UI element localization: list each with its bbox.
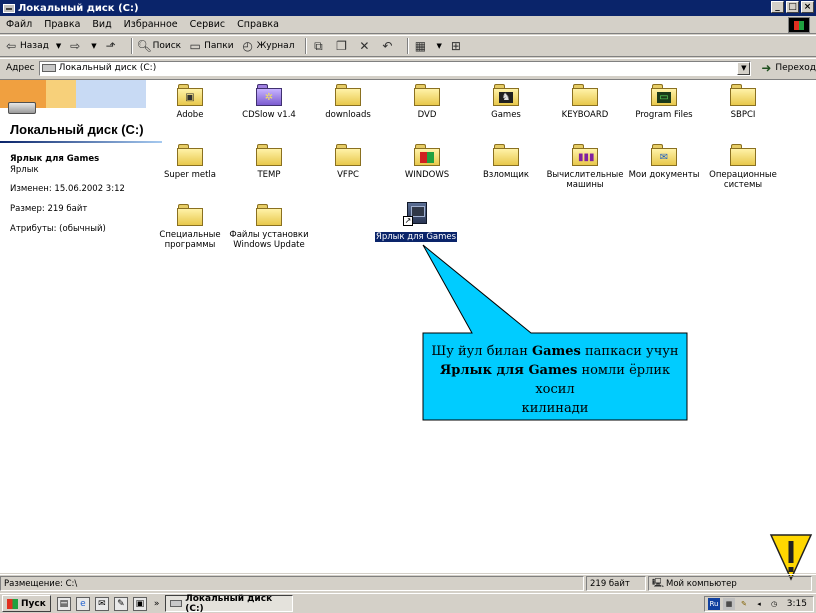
clock[interactable]: 3:15: [787, 599, 807, 609]
language-indicator[interactable]: Ru: [708, 598, 720, 610]
views-icon: ▦: [414, 39, 427, 53]
back-dropdown-icon[interactable]: ▼: [56, 42, 61, 50]
move-to-button[interactable]: ⧉: [311, 39, 327, 53]
taskbar: Пуск ▤ e ✉ ✎ ▣ » Локальный диск (C:) Ru …: [0, 593, 816, 613]
menu-tools[interactable]: Сервис: [190, 19, 226, 30]
notepad-icon[interactable]: ✎: [113, 596, 128, 611]
explorer-icon[interactable]: ▣: [132, 596, 147, 611]
address-label: Адрес: [6, 63, 35, 73]
start-label: Пуск: [21, 598, 46, 609]
toolbar: ⇦ Назад ▼ ⇨ ▼ ⬏ 🔍︎ Поиск ▭ Папки ◴ Журна…: [0, 35, 816, 57]
my-computer-icon: 🖳︎: [652, 578, 665, 589]
window-title: Локальный диск (C:): [18, 2, 139, 14]
taskbar-window-label: Локальный диск (C:): [185, 593, 273, 613]
history-button[interactable]: ◴ Журнал: [241, 39, 295, 53]
folders-icon: ▭: [189, 39, 201, 53]
move-to-icon: ⧉: [314, 39, 323, 53]
drive-icon: [170, 600, 183, 607]
delete-icon: ✕: [359, 39, 370, 53]
go-label: Переход: [775, 63, 816, 73]
taskbar-window-button[interactable]: Локальный диск (C:): [165, 593, 294, 613]
tray-clock-icon[interactable]: ◷: [768, 598, 780, 610]
system-tray: Ru ▦ ✎ ◂ ◷ 3:15: [704, 596, 814, 612]
views-dropdown-icon[interactable]: ▼: [436, 42, 441, 50]
folders-label: Папки: [204, 41, 234, 51]
address-bar: Адрес Локальный диск (C:) ▼ ➜ Переход: [0, 58, 816, 77]
menu-help[interactable]: Справка: [237, 19, 279, 30]
menu-view[interactable]: Вид: [92, 19, 111, 30]
status-size: 219 байт: [586, 576, 646, 591]
tray-app-icon[interactable]: ▦: [723, 598, 735, 610]
window-controls: _ □ ×: [771, 1, 814, 13]
status-bar: Размещение: C:\ 219 байт 🖳︎ Мой компьюте…: [0, 574, 816, 592]
address-value: Локальный диск (C:): [58, 63, 157, 73]
toolbar-separator: [130, 38, 133, 54]
callout-text: Шу йул билан Games папкаси учун Ярлык дл…: [424, 342, 686, 418]
toolbar-separator: [407, 38, 410, 54]
internet-explorer-icon[interactable]: e: [75, 596, 90, 611]
drive-icon: [3, 3, 15, 13]
status-location: 🖳︎ Мой компьютер: [648, 576, 812, 591]
quick-launch: ▤ e ✉ ✎ ▣ »: [56, 596, 160, 611]
undo-button[interactable]: ↶: [380, 39, 396, 53]
delete-button[interactable]: ✕: [357, 39, 373, 53]
menu-favorites[interactable]: Избранное: [124, 19, 178, 30]
search-icon: 🔍︎: [136, 39, 152, 53]
back-button[interactable]: ⇦ Назад: [4, 39, 49, 53]
status-placement: Размещение: C:\: [0, 576, 584, 591]
search-label: Поиск: [152, 41, 182, 51]
history-icon: ◴: [242, 39, 253, 53]
folders-button[interactable]: ▭ Папки: [188, 39, 233, 53]
map-drive-icon: ⊞: [450, 39, 461, 53]
title-bar: Локальный диск (C:) _ □ ×: [0, 0, 816, 16]
forward-arrow-icon: ⇨: [70, 39, 81, 53]
search-button[interactable]: 🔍︎ Поиск: [137, 39, 182, 53]
maximize-button[interactable]: □: [786, 1, 799, 13]
callout-line-1: Шу йул билан Games папкаси учун: [431, 344, 679, 359]
views-button[interactable]: ▦: [413, 39, 429, 53]
callout-line-2: Ярлык для Games номли ёрлик хосил: [439, 363, 671, 397]
outlook-icon[interactable]: ✉: [94, 596, 109, 611]
address-input[interactable]: Локальный диск (C:) ▼: [38, 60, 752, 76]
desktop-icon[interactable]: ▤: [56, 596, 71, 611]
map-drive-button[interactable]: ⊞: [449, 39, 465, 53]
copy-to-icon: ❐: [336, 39, 347, 53]
folder-view: Локальный диск (C:) Ярлык для Games Ярлы…: [0, 79, 816, 573]
close-button[interactable]: ×: [801, 1, 814, 13]
forward-dropdown-icon[interactable]: ▼: [91, 42, 96, 50]
windows-flag-icon: [7, 598, 18, 609]
windows-logo-icon: [788, 17, 810, 33]
copy-to-button[interactable]: ❐: [334, 39, 350, 53]
minimize-button[interactable]: _: [771, 1, 784, 13]
address-dropdown-icon[interactable]: ▼: [737, 61, 751, 75]
start-button[interactable]: Пуск: [2, 595, 51, 612]
drive-icon: [41, 64, 56, 72]
forward-button[interactable]: ⇨: [68, 39, 84, 53]
go-button[interactable]: ➜ Переход: [759, 61, 816, 75]
back-arrow-icon: ⇦: [5, 39, 17, 53]
toolbar-separator: [305, 38, 308, 54]
go-arrow-icon: ➜: [761, 61, 772, 75]
undo-icon: ↶: [382, 39, 393, 53]
tray-tool-icon[interactable]: ✎: [738, 598, 750, 610]
back-label: Назад: [20, 41, 49, 51]
menu-edit[interactable]: Правка: [44, 19, 80, 30]
tray-volume-icon[interactable]: ◂: [753, 598, 765, 610]
status-location-label: Мой компьютер: [666, 578, 737, 589]
callout-line-3: килинади: [521, 401, 589, 416]
history-label: Журнал: [256, 41, 295, 51]
menu-bar: Файл Правка Вид Избранное Сервис Справка: [0, 16, 816, 34]
menu-file[interactable]: Файл: [6, 19, 32, 30]
up-folder-icon: ⬏: [105, 39, 116, 53]
quick-launch-more-icon[interactable]: »: [154, 599, 160, 609]
up-button[interactable]: ⬏: [104, 39, 120, 53]
callout-shape: [422, 244, 688, 421]
